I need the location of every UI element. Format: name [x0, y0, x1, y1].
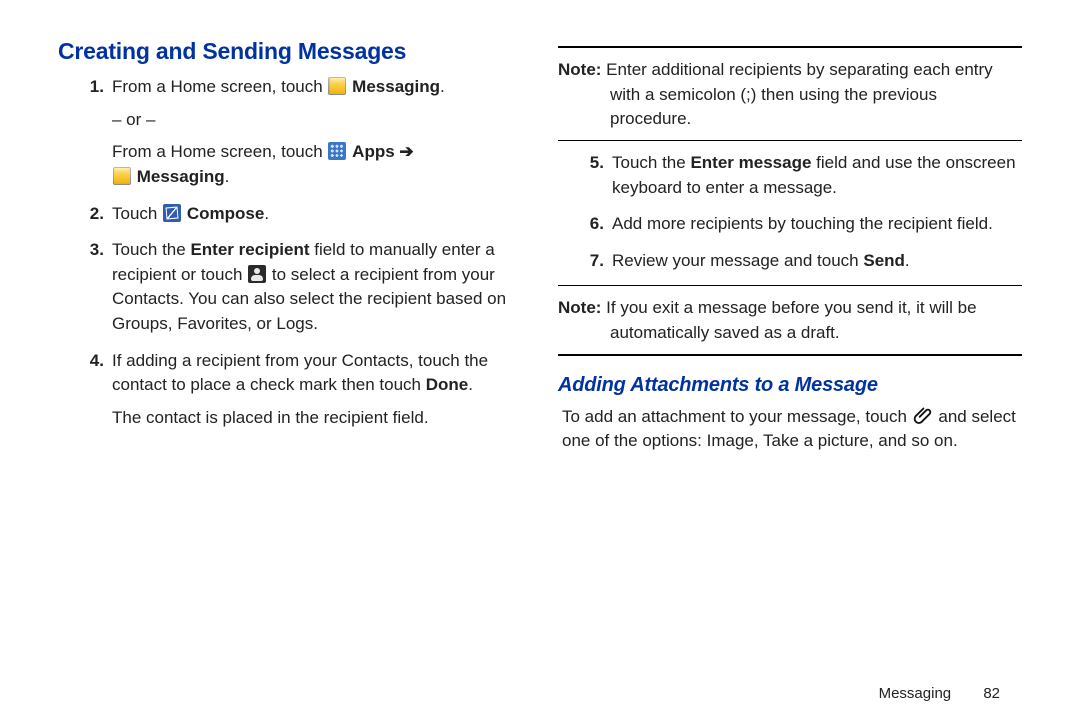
attach-a: To add an attachment to your message, to… [562, 407, 912, 426]
step-3-bold: Enter recipient [190, 240, 309, 259]
divider [558, 140, 1022, 141]
step-4-result: The contact is placed in the recipient f… [112, 406, 522, 431]
step-7-b: . [905, 251, 910, 270]
steps-list-right: Touch the Enter message field and use th… [558, 151, 1022, 274]
note-label: Note: [558, 60, 601, 79]
step-1-alt: From a Home screen, touch Apps ➔ Messagi… [112, 140, 522, 189]
note-1-text: Enter additional recipients by separatin… [601, 60, 992, 128]
steps-list-left: From a Home screen, touch Messaging. – o… [58, 75, 522, 431]
step-7: Review your message and touch Send. [598, 249, 1022, 274]
step-1-text-a: From a Home screen, touch [112, 77, 323, 96]
contact-icon [248, 265, 266, 283]
divider-bottom [558, 354, 1022, 356]
step-3-a: Touch the [112, 240, 190, 259]
heading-attachments: Adding Attachments to a Message [558, 374, 1022, 397]
step-2-pre: Touch [112, 204, 157, 223]
attach-paragraph: To add an attachment to your message, to… [558, 405, 1022, 454]
step-1: From a Home screen, touch Messaging. – o… [98, 75, 522, 190]
footer-section: Messaging [879, 685, 952, 702]
step-1-apps-label: Apps [352, 142, 395, 161]
note-2-text: If you exit a message before you send it… [601, 298, 976, 342]
divider-top [558, 46, 1022, 48]
note-draft: Note: If you exit a message before you s… [558, 296, 1022, 345]
manual-page: Creating and Sending Messages From a Hom… [0, 0, 1080, 720]
arrow-icon: ➔ [399, 142, 413, 161]
footer-page-number: 82 [983, 685, 1000, 702]
step-4: If adding a recipient from your Contacts… [98, 349, 522, 431]
step-4-done: Done [426, 375, 469, 394]
note-recipients: Note: Enter additional recipients by sep… [558, 58, 1022, 132]
column-right: Note: Enter additional recipients by sep… [558, 38, 1022, 690]
note-label: Note: [558, 298, 601, 317]
step-1-label2: Messaging [137, 167, 225, 186]
step-5: Touch the Enter message field and use th… [598, 151, 1022, 200]
step-7-a: Review your message and touch [612, 251, 863, 270]
step-3: Touch the Enter recipient field to manua… [98, 238, 522, 337]
compose-icon [163, 204, 181, 222]
step-7-bold: Send [863, 251, 905, 270]
page-footer: Messaging 82 [879, 685, 1000, 702]
step-2-label: Compose [187, 204, 264, 223]
step-4-b: . [468, 375, 473, 394]
column-left: Creating and Sending Messages From a Hom… [58, 38, 522, 690]
messaging-icon [113, 167, 131, 185]
step-2: Touch Compose. [98, 202, 522, 227]
paperclip-icon [913, 406, 933, 426]
step-5-a: Touch the [612, 153, 690, 172]
step-1-text-b: From a Home screen, touch [112, 142, 323, 161]
step-5-bold: Enter message [690, 153, 811, 172]
step-6: Add more recipients by touching the reci… [598, 212, 1022, 237]
step-1-or: – or – [112, 108, 522, 133]
divider [558, 285, 1022, 286]
step-1-label: Messaging [352, 77, 440, 96]
apps-icon [328, 142, 346, 160]
heading-creating-sending: Creating and Sending Messages [58, 38, 522, 65]
messaging-icon [328, 77, 346, 95]
